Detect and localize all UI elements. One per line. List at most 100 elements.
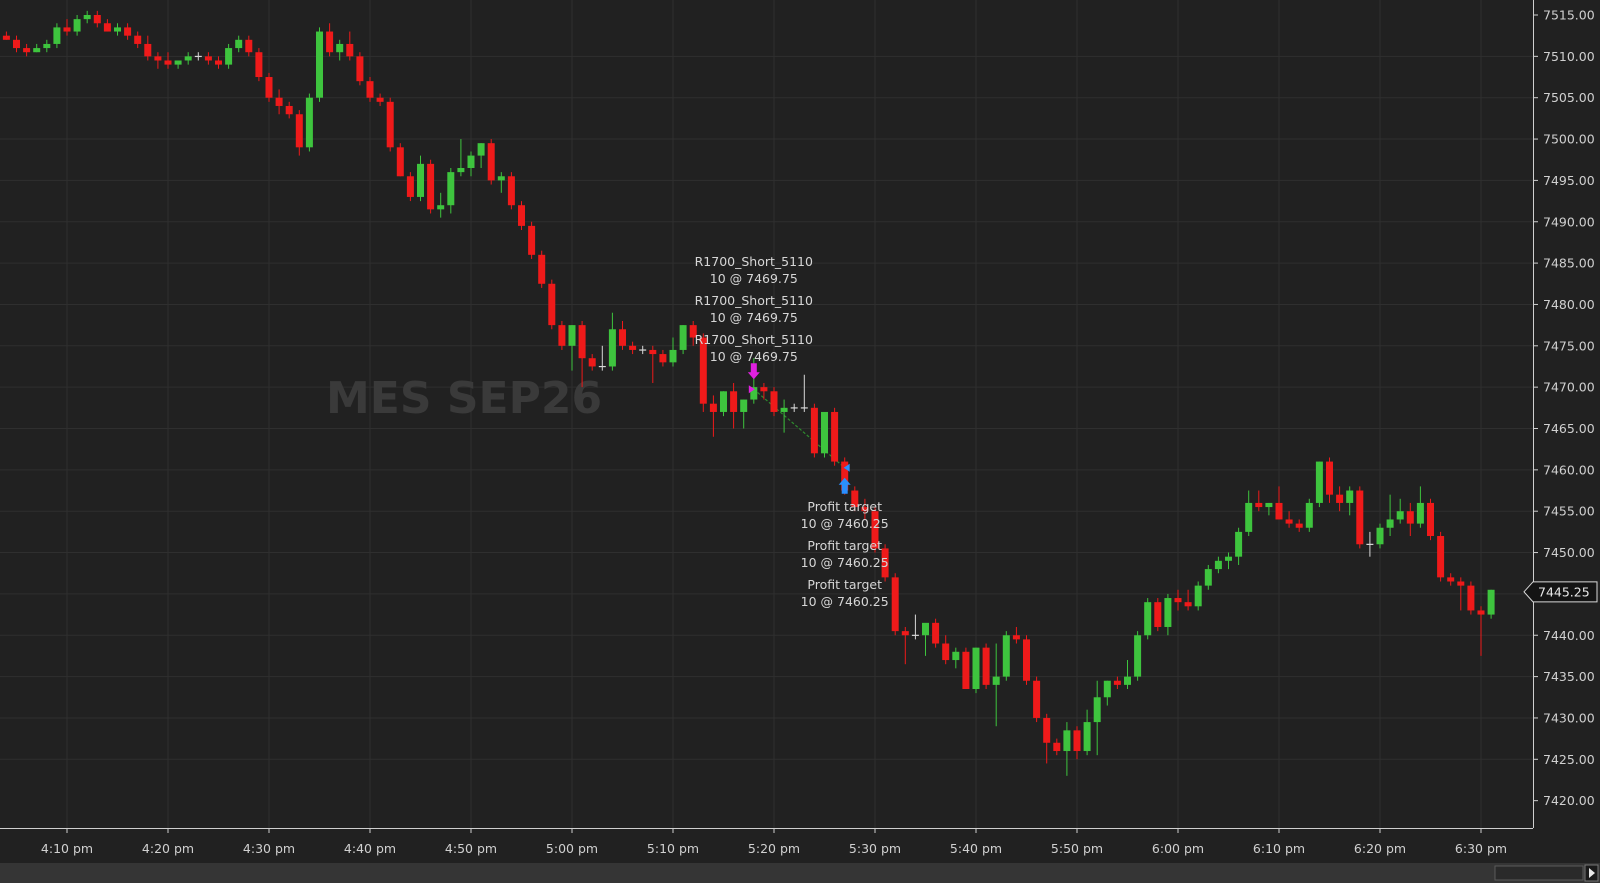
price-axis-label: 7430.00 [1543, 710, 1595, 725]
candle-body [497, 176, 505, 181]
candle-body [386, 101, 394, 148]
candle-body [740, 399, 748, 412]
candle-body [1245, 502, 1253, 532]
time-axis-label: 5:20 pm [748, 841, 800, 856]
candle-body [1356, 490, 1364, 545]
candle-body [316, 31, 323, 98]
candle-body [134, 35, 142, 44]
candle-body [215, 60, 222, 65]
candle-body [1487, 589, 1495, 615]
candle-body [1376, 527, 1384, 545]
price-axis-label: 7465.00 [1543, 421, 1595, 436]
entry-label: R1700_Short_5110 [695, 293, 813, 308]
candle-body [911, 634, 919, 636]
candle-body [1204, 569, 1212, 586]
price-axis-label: 7490.00 [1543, 214, 1595, 229]
candle-body [790, 407, 798, 409]
entry-detail: 10 @ 7469.75 [710, 349, 798, 364]
candle-body [53, 27, 61, 44]
candle-body [1023, 639, 1030, 681]
candle-body [760, 387, 768, 392]
candle-body [800, 407, 808, 409]
candle-body [598, 365, 606, 368]
candle-body [154, 56, 162, 61]
candle-body [427, 163, 435, 210]
candle-body [528, 225, 536, 255]
candle-body [366, 81, 374, 98]
candle-body [184, 56, 192, 61]
instrument-watermark: MES SEP26 [326, 373, 602, 424]
candle-body [23, 48, 31, 53]
candle-body [204, 56, 212, 61]
candle-body [33, 48, 41, 53]
time-axis-label: 6:20 pm [1354, 841, 1406, 856]
candle-body [1184, 602, 1192, 607]
horizontal-scrollbar-track[interactable] [0, 863, 1600, 883]
candle-body [114, 27, 121, 32]
candle-body [608, 329, 616, 367]
candle-body [255, 52, 263, 78]
candle-body [124, 27, 132, 36]
candle-body [952, 651, 960, 661]
candle-body [1134, 635, 1142, 677]
candle-body [1447, 577, 1455, 582]
candle-body [1235, 531, 1243, 557]
candle-body [1427, 502, 1434, 537]
candle-body [548, 283, 556, 326]
price-axis-label: 7450.00 [1543, 545, 1595, 560]
time-axis-label: 5:40 pm [950, 841, 1002, 856]
candle-body [295, 114, 303, 148]
candle-body [1295, 523, 1303, 528]
candle-body [770, 391, 778, 412]
time-axis-label: 6:00 pm [1152, 841, 1204, 856]
time-axis-label: 5:10 pm [647, 841, 699, 856]
candle-body [720, 391, 727, 412]
candle-body [1346, 490, 1354, 503]
candle-body [225, 48, 233, 65]
candle-body [1366, 543, 1374, 545]
candle-body [1285, 519, 1293, 524]
price-axis-label: 7505.00 [1543, 90, 1595, 105]
candle-body [305, 97, 313, 148]
candle-body [1457, 581, 1465, 586]
candle-body [477, 143, 485, 156]
candle-body [1225, 556, 1232, 561]
price-axis-label: 7495.00 [1543, 173, 1595, 188]
candle-body [356, 56, 364, 82]
scrollbar-thumb[interactable] [1494, 865, 1584, 881]
candle-body [194, 55, 202, 58]
time-axis-label: 4:10 pm [41, 841, 93, 856]
candle-body [1437, 536, 1445, 578]
candle-body [1326, 461, 1333, 495]
candle-body [447, 172, 455, 206]
candle-body [679, 325, 687, 350]
candle-body [437, 205, 445, 210]
candlestick-chart[interactable]: MES SEP26 R1700_Short_5110 10 @ 7469.75 R1… [0, 0, 1600, 883]
candle-body [83, 15, 91, 20]
candle-body [1194, 585, 1202, 607]
time-axis-label: 4:20 pm [142, 841, 194, 856]
price-axis-label: 7420.00 [1543, 793, 1595, 808]
candle-body [1063, 730, 1071, 752]
price-axis-label: 7435.00 [1543, 669, 1595, 684]
price-axis-label: 7470.00 [1543, 380, 1595, 395]
candle-body [467, 155, 475, 168]
entry-detail: 10 @ 7469.75 [710, 310, 798, 325]
candle-body [669, 349, 677, 363]
candle-body [1406, 511, 1414, 524]
candle-body [558, 325, 566, 346]
candle-body [103, 23, 111, 32]
candle-body [336, 43, 344, 53]
candle-body [1336, 494, 1344, 503]
exit-label: Profit target [807, 577, 882, 592]
candle-body [326, 31, 334, 53]
candle-body [63, 27, 71, 32]
candle-body [265, 77, 273, 98]
entry-label: R1700_Short_5110 [695, 332, 813, 347]
candle-body [93, 15, 101, 24]
time-axis-label: 5:00 pm [546, 841, 598, 856]
candle-body [588, 358, 596, 367]
candle-body [578, 325, 586, 359]
price-axis-label: 7515.00 [1543, 8, 1595, 23]
time-axis-label: 5:50 pm [1051, 841, 1103, 856]
